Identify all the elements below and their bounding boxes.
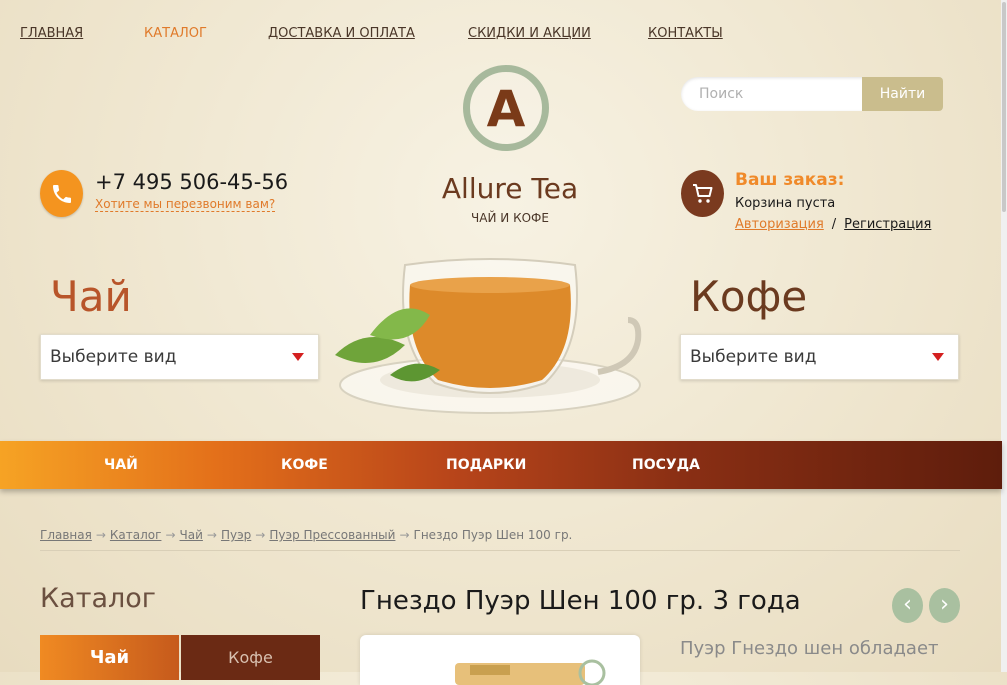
breadcrumb-link[interactable]: Пуэр Прессованный: [269, 528, 395, 542]
logo-letter: A: [486, 80, 526, 138]
scrollbar-thumb[interactable]: [1002, 2, 1006, 212]
product-image-card[interactable]: [360, 635, 640, 685]
product-title: Гнездо Пуэр Шен 100 гр. 3 года: [360, 586, 801, 616]
prev-product-button[interactable]: ‹: [892, 588, 923, 623]
tea-type-select[interactable]: Выберите вид: [40, 334, 319, 380]
breadcrumb-separator: →: [95, 528, 106, 542]
order-title: Ваш заказ:: [735, 170, 845, 190]
dropdown-arrow-icon: [932, 353, 944, 361]
register-link[interactable]: Регистрация: [844, 217, 931, 232]
menu-item-gifts[interactable]: ПОДАРКИ: [446, 457, 526, 473]
product-description: Пуэр Гнездо шен обладает: [680, 638, 939, 659]
shopping-cart-icon: [693, 184, 713, 203]
breadcrumb-separator: →: [165, 528, 176, 542]
coffee-type-select[interactable]: Выберите вид: [680, 334, 959, 380]
phone-icon: [40, 170, 83, 217]
cart-status: Корзина пуста: [735, 196, 836, 211]
main-menu: ЧАЙ КОФЕ ПОДАРКИ ПОСУДА: [0, 441, 1002, 489]
search-input[interactable]: [681, 77, 871, 111]
top-nav-discounts[interactable]: СКИДКИ И АКЦИИ: [468, 26, 591, 41]
coffee-heading: Кофе: [690, 272, 808, 321]
breadcrumb: Главная → Каталог → Чай → Пуэр → Пуэр Прессованн…: [40, 528, 572, 542]
breadcrumb-separator: →: [399, 528, 410, 542]
cart-icon[interactable]: [681, 170, 724, 217]
top-nav-contacts[interactable]: КОНТАКТЫ: [648, 26, 723, 41]
top-nav-home[interactable]: ГЛАВНАЯ: [20, 26, 83, 41]
sidebar-tab-tea[interactable]: Чай: [40, 635, 179, 680]
breadcrumb-separator: →: [206, 528, 217, 542]
tea-heading: Чай: [50, 272, 132, 321]
dropdown-arrow-icon: [292, 353, 304, 361]
callback-link[interactable]: Хотите мы перезвоним вам?: [95, 197, 276, 212]
login-link[interactable]: Авторизация: [735, 217, 824, 232]
sidebar-title: Каталог: [40, 583, 156, 614]
breadcrumb-current: Гнездо Пуэр Шен 100 гр.: [413, 528, 573, 542]
top-nav-catalog[interactable]: КАТАЛОГ: [144, 26, 207, 41]
menu-item-coffee[interactable]: КОФЕ: [281, 457, 328, 473]
page-scrollbar[interactable]: [1001, 0, 1007, 672]
next-product-button[interactable]: ›: [929, 588, 960, 623]
divider: [40, 550, 960, 551]
breadcrumb-separator: →: [255, 528, 266, 542]
auth-separator: /: [831, 217, 837, 232]
tea-cup-image: [335, 258, 642, 414]
coffee-select-value: Выберите вид: [690, 347, 817, 367]
breadcrumb-link[interactable]: Каталог: [110, 528, 162, 542]
sidebar-tab-coffee[interactable]: Кофе: [181, 635, 320, 680]
product-image: [455, 659, 606, 685]
phone-number[interactable]: +7 495 506-45-56: [95, 170, 288, 194]
breadcrumb-link[interactable]: Пуэр: [221, 528, 251, 542]
brand-tagline: ЧАЙ И КОФЕ: [471, 211, 549, 225]
menu-item-tableware[interactable]: ПОСУДА: [632, 457, 700, 473]
brand-name: Allure Tea: [441, 172, 579, 205]
menu-item-tea[interactable]: ЧАЙ: [104, 457, 138, 473]
top-nav-delivery[interactable]: ДОСТАВКА И ОПЛАТА: [268, 26, 415, 41]
auth-row: Авторизация / Регистрация: [735, 217, 931, 232]
search-button[interactable]: Найти: [862, 77, 943, 111]
breadcrumb-link[interactable]: Чай: [180, 528, 203, 542]
breadcrumb-link[interactable]: Главная: [40, 528, 92, 542]
tea-select-value: Выберите вид: [50, 347, 177, 367]
brand-logo[interactable]: A: [463, 65, 549, 151]
handset-icon: [53, 185, 71, 203]
